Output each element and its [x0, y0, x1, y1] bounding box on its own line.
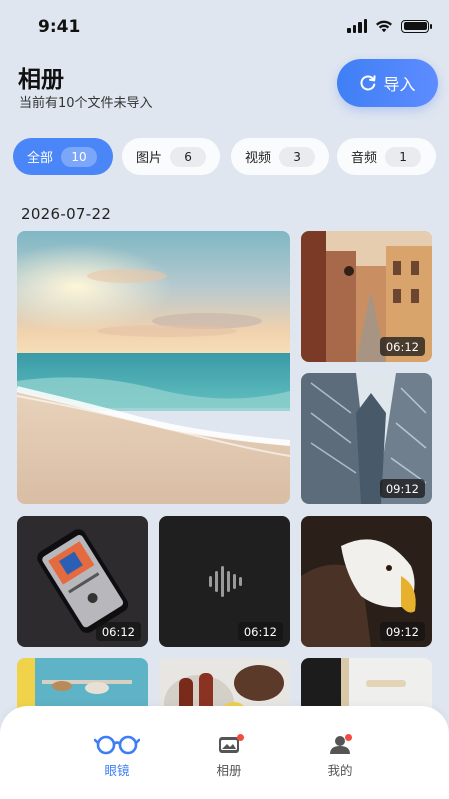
cellular-signal-icon — [347, 19, 367, 33]
filter-chip-label: 图片 — [136, 151, 163, 166]
tab-profile[interactable]: 我的 — [300, 732, 380, 779]
video-duration: 06:12 — [95, 622, 141, 641]
video-duration: 09:12 — [379, 622, 425, 641]
battery-icon — [401, 19, 432, 33]
profile-badge-dot — [345, 734, 352, 741]
bottom-tab-bar: 眼镜 相册 我的 — [0, 706, 449, 799]
filter-chip-audio[interactable]: 音频 1 — [337, 138, 436, 175]
tab-glasses[interactable]: 眼镜 — [77, 732, 157, 779]
media-tile-eagle[interactable]: 09:12 — [301, 516, 432, 647]
media-tile-phone[interactable]: 06:12 — [17, 516, 148, 647]
tab-label: 眼镜 — [104, 763, 130, 778]
filter-chip-videos[interactable]: 视频 3 — [231, 138, 329, 175]
glasses-icon — [94, 735, 140, 755]
status-icons — [347, 19, 432, 33]
filter-chip-label: 全部 — [27, 151, 54, 166]
tab-label: 我的 — [327, 763, 353, 778]
status-bar: 9:41 — [0, 0, 449, 54]
video-duration: 06:12 — [379, 337, 425, 356]
media-tile-audio[interactable]: 06:12 — [159, 516, 290, 647]
filter-chip-all[interactable]: 全部 10 — [13, 138, 113, 175]
filter-chip-label: 音频 — [351, 151, 378, 166]
tab-album[interactable]: 相册 — [189, 732, 269, 779]
unimported-count-text: 当前有10个文件未导入 — [19, 96, 153, 111]
refresh-icon — [360, 75, 377, 91]
filter-chip-count: 1 — [385, 146, 422, 167]
import-button-label: 导入 — [383, 75, 416, 94]
filter-chip-count: 10 — [61, 146, 98, 167]
media-tile-skyscraper[interactable]: 09:12 — [301, 373, 432, 504]
video-duration: 09:12 — [379, 479, 425, 498]
album-badge-dot — [237, 734, 244, 741]
import-button[interactable]: 导入 — [337, 59, 438, 107]
tab-label: 相册 — [216, 763, 242, 778]
status-time: 9:41 — [38, 17, 81, 37]
filter-chip-label: 视频 — [245, 151, 272, 166]
page-title: 相册 — [18, 67, 64, 93]
audio-duration: 06:12 — [237, 622, 283, 641]
date-group-label: 2026-07-22 — [21, 205, 112, 223]
wifi-icon — [376, 20, 392, 33]
filter-chip-count: 3 — [279, 146, 316, 167]
beach-sunset-thumbnail — [17, 231, 290, 504]
filter-chip-count: 6 — [170, 146, 207, 167]
filter-chip-images[interactable]: 图片 6 — [122, 138, 220, 175]
media-tile-street[interactable]: 06:12 — [301, 231, 432, 362]
media-tile-beach[interactable] — [17, 231, 290, 504]
filter-row: 全部 10 图片 6 视频 3 音频 1 — [0, 138, 449, 176]
